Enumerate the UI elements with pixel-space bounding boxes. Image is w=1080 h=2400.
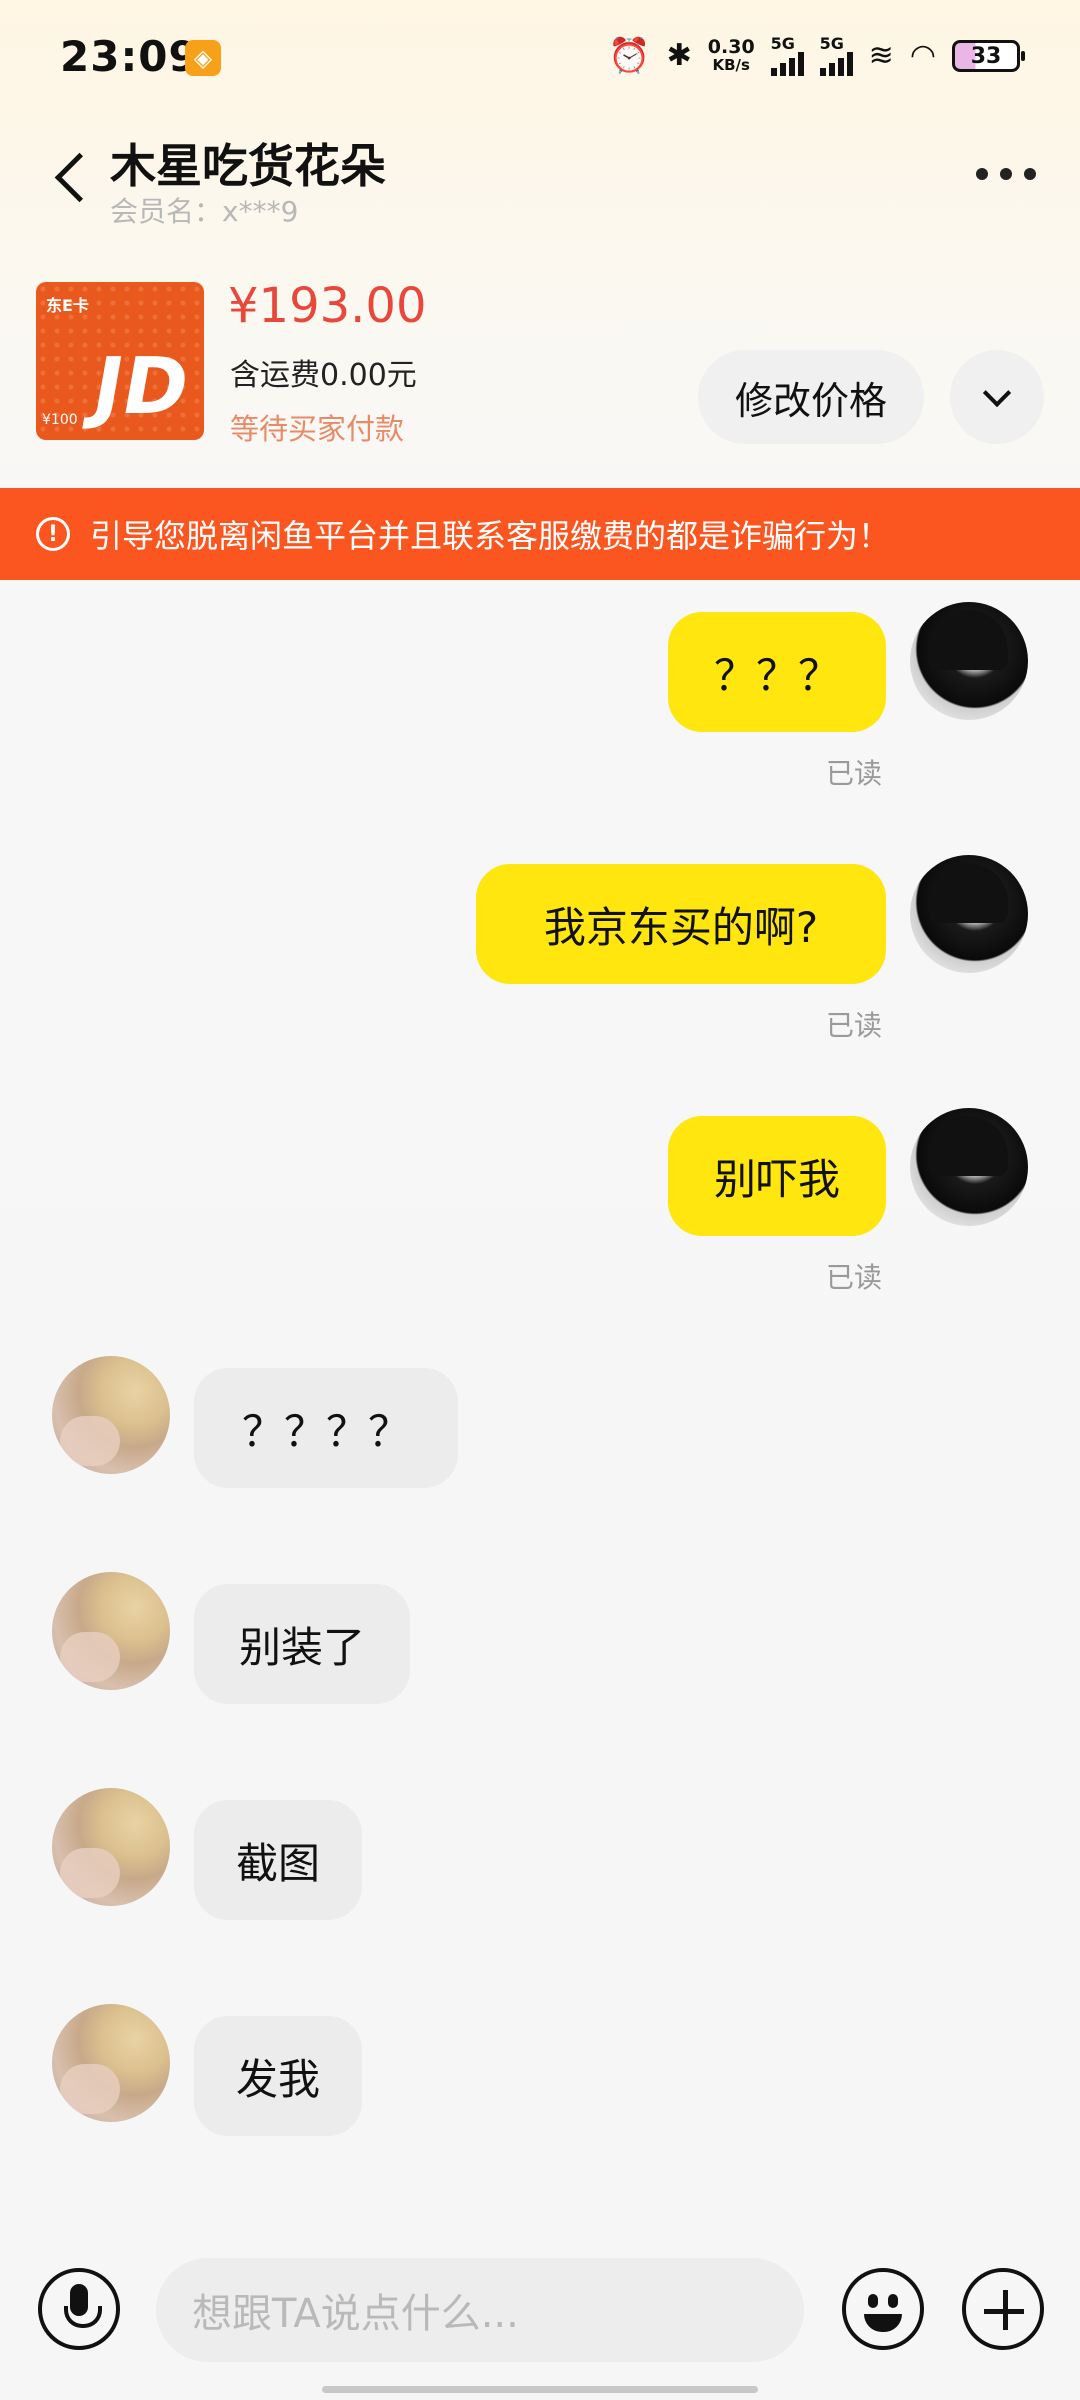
signal-icon: 5G (819, 36, 853, 76)
battery-icon: 33 (952, 40, 1025, 72)
status-time: 23:09 (60, 32, 199, 81)
wifi-icon: ◠ (909, 38, 936, 73)
shipping-info: 含运费0.00元 (230, 358, 417, 393)
alarm-icon: ⏰ (608, 36, 651, 76)
contact-avatar[interactable] (52, 1572, 170, 1690)
message-bubble-received[interactable]: ？？？？ (194, 1368, 458, 1488)
my-avatar[interactable] (910, 1108, 1028, 1226)
back-arrow-icon[interactable] (52, 148, 96, 208)
message-bubble-sent[interactable]: 别吓我 (668, 1116, 886, 1236)
my-avatar[interactable] (910, 602, 1028, 720)
read-receipt: 已读 (826, 1009, 883, 1042)
message-bubble-sent[interactable]: 我京东买的啊? (476, 864, 886, 984)
more-options-icon[interactable] (976, 168, 1036, 180)
message-bubble-received[interactable]: 截图 (194, 1800, 362, 1920)
message-bubble-sent[interactable]: ？？？ (668, 612, 886, 732)
microphone-icon[interactable] (38, 2268, 120, 2350)
warning-icon: ! (36, 517, 70, 551)
status-bar: 23:09 ◈ ⏰ ✱ 0.30 KB/s 5G 5G ≋ ◠ 33 (0, 0, 1080, 115)
page-title: 木星吃货花朵 (110, 139, 386, 193)
order-status: 等待买家付款 (230, 412, 405, 446)
bluetooth-icon: ✱ (666, 38, 692, 73)
signal-icon: 5G (770, 36, 804, 76)
my-avatar[interactable] (910, 855, 1028, 973)
message-bubble-received[interactable]: 别装了 (194, 1584, 410, 1704)
net-speed: 0.30 KB/s (707, 36, 755, 75)
app-notification-icon: ◈ (185, 40, 221, 76)
warning-text: 引导您脱离闲鱼平台并且联系客服缴费的都是诈骗行为！ (90, 517, 891, 555)
product-price: ¥193.00 (228, 278, 427, 334)
emoji-icon[interactable] (842, 2268, 924, 2350)
read-receipt: 已读 (826, 757, 883, 790)
contact-avatar[interactable] (52, 1356, 170, 1474)
product-image[interactable]: 东E卡 JD ¥100 (36, 282, 204, 440)
fraud-warning-banner: ! 引导您脱离闲鱼平台并且联系客服缴费的都是诈骗行为！ (0, 488, 1080, 580)
read-receipt: 已读 (826, 1261, 883, 1294)
message-bubble-received[interactable]: 发我 (194, 2016, 362, 2136)
contact-avatar[interactable] (52, 1788, 170, 1906)
status-icons: ⏰ ✱ 0.30 KB/s 5G 5G ≋ ◠ 33 (608, 36, 1025, 76)
chevron-down-icon[interactable] (950, 350, 1044, 444)
member-name: 会员名：x***9 (110, 195, 299, 228)
plus-icon[interactable] (962, 2268, 1044, 2350)
jd-logo: JD (86, 342, 196, 432)
card-brand: 东E卡 (46, 296, 89, 315)
card-value: ¥100 (42, 412, 78, 428)
message-input[interactable]: 想跟TA说点什么... (156, 2258, 804, 2362)
hotspot-wifi-icon: ≋ (868, 38, 894, 73)
contact-avatar[interactable] (52, 2004, 170, 2122)
edit-price-button[interactable]: 修改价格 (698, 350, 924, 444)
home-indicator[interactable] (322, 2386, 758, 2393)
